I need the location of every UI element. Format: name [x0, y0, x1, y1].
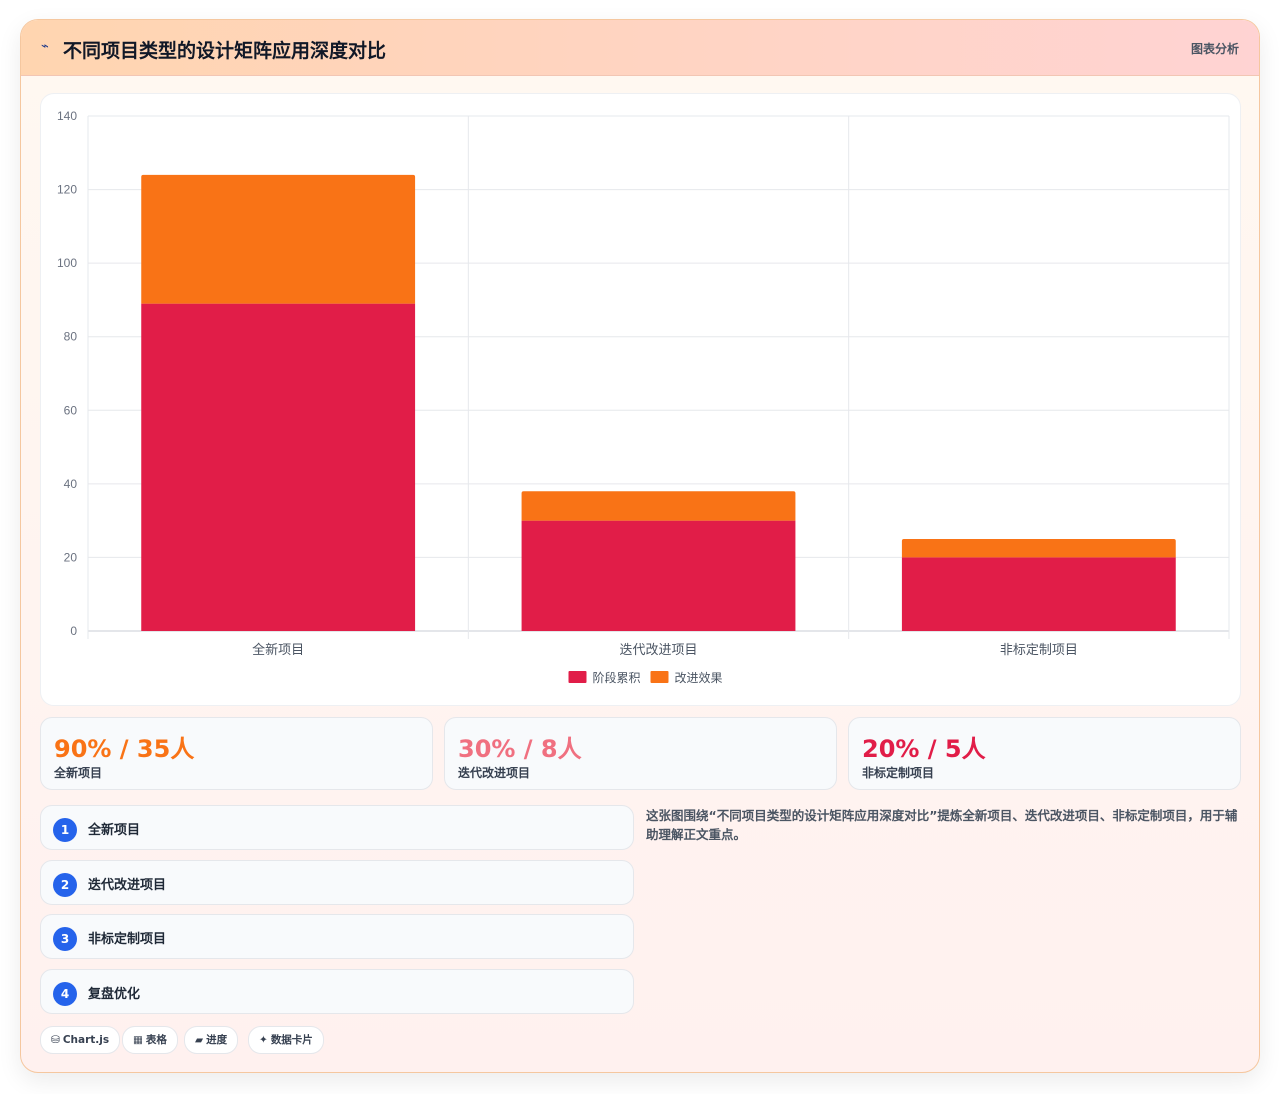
- bar-segment: [901, 557, 1176, 631]
- bar-segment: [141, 174, 416, 304]
- stat-value: 20% / 5人: [862, 735, 986, 763]
- chip-label: Chart.js: [62, 1034, 110, 1046]
- stacked-bar-chart: 0 20 40 60 80 100 120 140 全新项目 迭代改进项目 非标定制项目阶段累积 改进…: [57, 109, 1230, 685]
- x-tick-label: 全新项目: [252, 642, 304, 657]
- chip-table[interactable]: ▦ 表格: [122, 1026, 178, 1054]
- chip-progress[interactable]: ▰ 进度: [184, 1026, 239, 1054]
- step-number-badge: 3: [53, 927, 77, 951]
- chip-data-card[interactable]: ✦ 数据卡片: [248, 1026, 324, 1054]
- bar-segment: [521, 520, 796, 631]
- header-tag: 图表分析: [1190, 42, 1239, 56]
- legend-swatch: [568, 671, 587, 683]
- stat-label: 迭代改进项目: [458, 766, 531, 780]
- y-tick-label: 120: [57, 183, 77, 197]
- stat-card-new: 90% / 35人 全新项目: [40, 717, 433, 790]
- step-label: 全新项目: [88, 823, 141, 838]
- step-label: 复盘优化: [88, 987, 141, 1002]
- y-tick-label: 60: [64, 403, 78, 417]
- chart-container: 0 20 40 60 80 100 120 140 全新项目 迭代改进项目 非标定制项目阶段累积 改进…: [40, 93, 1241, 706]
- step-number-badge: 2: [53, 873, 77, 897]
- chart-line-icon: ⌁: [41, 39, 49, 54]
- stat-value: 30% / 8人: [458, 735, 582, 763]
- chip-label: 表格: [145, 1034, 167, 1046]
- step-number-badge: 4: [53, 982, 77, 1006]
- x-tick-label: 迭代改进项目: [619, 642, 697, 657]
- step-item-1[interactable]: 1 全新项目: [40, 805, 634, 850]
- step-item-2[interactable]: 2 迭代改进项目: [40, 860, 634, 905]
- chart-description: 这张图围绕“不同项目类型的设计矩阵应用深度对比”提炼全新项目、迭代改进项目、非标…: [646, 808, 1238, 842]
- step-label: 迭代改进项目: [88, 878, 167, 893]
- y-tick-label: 40: [64, 477, 78, 491]
- y-tick-label: 140: [57, 109, 77, 123]
- sparkle-icon: ✦: [259, 1034, 268, 1046]
- legend-label: 阶段累积: [593, 670, 641, 685]
- legend-swatch: [650, 671, 669, 683]
- chip-label: 数据卡片: [270, 1034, 313, 1046]
- chart-card: ⌁ 不同项目类型的设计矩阵应用深度对比 图表分析 0 20 40 60 80 100 120…: [20, 19, 1260, 1073]
- step-number-badge: 1: [53, 818, 77, 842]
- x-tick-label: 非标定制项目: [1000, 642, 1078, 657]
- chip-label: 进度: [206, 1034, 228, 1046]
- table-icon: ▦: [133, 1034, 143, 1046]
- step-item-4[interactable]: 4 复盘优化: [40, 969, 634, 1014]
- bar-segment: [521, 491, 796, 521]
- page-title: 不同项目类型的设计矩阵应用深度对比: [63, 40, 387, 62]
- stat-card-iterative: 30% / 8人 迭代改进项目: [444, 717, 837, 790]
- y-tick-label: 100: [57, 256, 77, 270]
- y-tick-label: 80: [64, 330, 78, 344]
- step-item-3[interactable]: 3 非标定制项目: [40, 914, 634, 959]
- bar-segment: [901, 539, 1176, 558]
- chip-chartjs[interactable]: ⛁ Chart.js: [40, 1026, 121, 1054]
- bar-segment: [141, 303, 416, 631]
- stat-label: 非标定制项目: [862, 766, 935, 780]
- database-icon: ⛁: [51, 1034, 60, 1046]
- stat-label: 全新项目: [54, 766, 103, 780]
- step-label: 非标定制项目: [88, 932, 167, 947]
- stat-card-custom: 20% / 5人 非标定制项目: [848, 717, 1241, 790]
- y-tick-label: 0: [70, 624, 77, 638]
- progress-icon: ▰: [195, 1034, 204, 1046]
- y-tick-label: 20: [64, 550, 78, 564]
- legend-label: 改进效果: [675, 670, 723, 685]
- stat-value: 90% / 35人: [54, 735, 195, 763]
- card-header: ⌁ 不同项目类型的设计矩阵应用深度对比 图表分析: [21, 20, 1259, 76]
